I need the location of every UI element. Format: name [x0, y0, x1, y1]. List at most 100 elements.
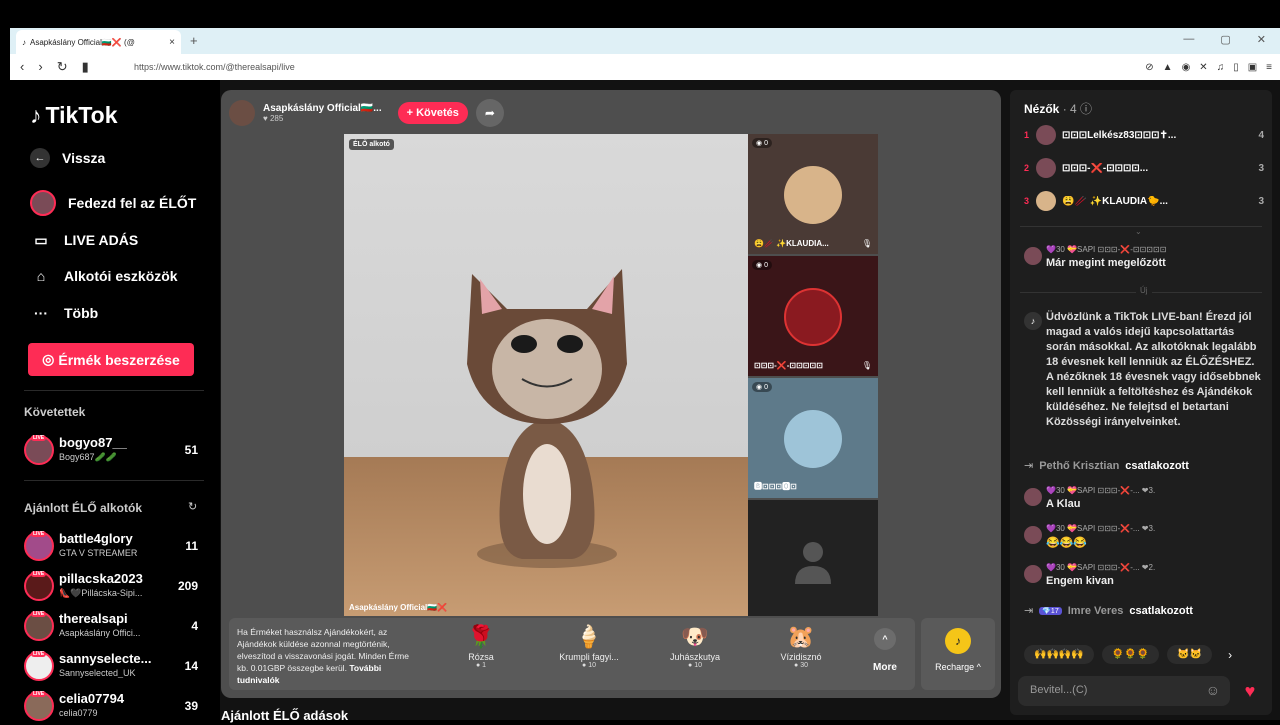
gift-note: Ha Érméket használsz Ajándékokért, az Aj…	[237, 627, 409, 685]
recommended-header: Ajánlott ÉLŐ alkotók	[24, 501, 143, 515]
host-caption: Asapkáslány Official🇧🇬❌	[349, 603, 448, 612]
followed-user[interactable]: LIVE bogyo87__ Bogy687🥒🥒 51	[24, 433, 200, 469]
emoji-suggestions: 🙌🙌🙌🙌 🌻🌻🌻 🐱🐱 ›	[1024, 645, 1232, 664]
browser-tab[interactable]: ♪ Asapkáslány Official🇧🇬❌ (@ ×	[16, 30, 181, 54]
gift-item[interactable]: 🍦 Krumpli fagyi... ● 10	[549, 624, 629, 669]
heart-icon[interactable]: ♥	[1236, 676, 1264, 706]
tiktok-logo[interactable]: ♪ TikTok	[30, 102, 118, 129]
menu-icon[interactable]: ≡	[1266, 62, 1272, 73]
reload-icon[interactable]: ↻	[57, 59, 68, 75]
coin-icon: ◎	[42, 351, 55, 367]
gift-item[interactable]: 🐹 Vízidisznó ● 30	[761, 624, 841, 669]
avatar	[1036, 125, 1056, 145]
host-video[interactable]: ÉLŐ alkotó Asapkáslány Official🇧🇬❌	[344, 134, 748, 616]
wallet-icon[interactable]: ▣	[1248, 62, 1257, 73]
gift-bar: Ha Érméket használsz Ajándékokért, az Aj…	[229, 618, 915, 690]
follow-button[interactable]: + Követés	[397, 102, 468, 124]
nav-explore-live[interactable]: Fedezd fel az ÉLŐT	[30, 190, 196, 216]
chevron-right-icon[interactable]: ›	[1228, 645, 1232, 664]
avatar: LIVE	[24, 691, 54, 721]
avatar: LIVE	[24, 611, 54, 641]
empty-guest-slot[interactable]	[748, 500, 878, 616]
extension-icon[interactable]: ✕	[1199, 62, 1207, 73]
viewer-row[interactable]: 1 ⊡⊡⊡Lelkész83⊡⊡⊡✝... 4	[1024, 123, 1264, 147]
nav-live-studio[interactable]: ▭ LIVE ADÁS	[30, 229, 138, 251]
recommended-user[interactable]: LIVE battle4glory GTA V STREAMER 11	[24, 529, 200, 565]
chat-message: 💜30 💝SAPI ⊡⊡⊡-❌-... ❤2. Engem kivan	[1024, 563, 1260, 589]
info-icon[interactable]: ⓘ	[1080, 102, 1092, 116]
divider	[24, 480, 204, 481]
top-black-bar	[0, 0, 1280, 28]
chevron-down-icon[interactable]: ⌄	[1135, 227, 1142, 236]
tiktok-logo-icon: ♪	[1024, 312, 1042, 330]
forward-icon[interactable]: ›	[38, 59, 42, 75]
emoji-chip[interactable]: 🐱🐱	[1167, 645, 1213, 664]
viewers-title: Nézők · 4 ⓘ	[1024, 102, 1093, 116]
viewer-row[interactable]: 2 ⊡⊡⊡-❌-⊡⊡⊡⊡... 3	[1024, 156, 1264, 180]
gift-item[interactable]: 🐶 Juhászkutya ● 10	[655, 624, 735, 669]
cat-figure-icon	[467, 269, 627, 568]
recommended-user[interactable]: LIVE sannyselecte... Sannyselected_UK 14	[24, 649, 200, 685]
mic-off-icon: 🎙	[861, 361, 872, 370]
camera-icon: ▭	[34, 231, 48, 248]
avatar	[1024, 526, 1042, 544]
arrow-left-icon: ←	[30, 148, 50, 168]
avatar	[784, 410, 842, 468]
minimize-icon[interactable]: —	[1183, 33, 1194, 46]
new-tab-icon[interactable]: +	[190, 33, 198, 48]
divider	[24, 390, 204, 391]
home-icon: ⌂	[36, 268, 46, 284]
welcome-message: Üdvözlünk a TikTok LIVE-ban! Érezd jól m…	[1046, 311, 1261, 428]
extension-icon[interactable]: ⊘	[1145, 62, 1153, 73]
host-name[interactable]: Asapkáslány Official🇧🇬...	[263, 103, 382, 114]
recommended-live-heading: Ajánlott ÉLŐ adások	[221, 708, 349, 723]
dog-icon: 🐶	[681, 624, 709, 649]
chat-input[interactable]: Bevitel...(C) ☺	[1018, 676, 1230, 706]
emoji-chip[interactable]: 🌻🌻🌻	[1101, 645, 1160, 664]
nav-back[interactable]: ← Vissza	[30, 148, 105, 168]
refresh-icon[interactable]: ↻	[188, 500, 197, 513]
share-icon[interactable]: ➦	[475, 99, 504, 127]
viewer-row[interactable]: 3 😩🥢 ✨KLAUDIA🐤... 3	[1024, 189, 1264, 213]
recommended-user[interactable]: LIVE pillacska2023 👠🖤Pillácska-Sipi... 209	[24, 569, 200, 605]
guest-tile[interactable]: ◉ 0 😩🥢 ✨KLAUDIA... 🎙	[748, 134, 878, 254]
guest-tile[interactable]: ◉ 0 ⊡⊡⊡-❌-⊡⊡⊡⊡⊡ 🎙	[748, 256, 878, 376]
sidebar-icon[interactable]: ▯	[1233, 62, 1239, 73]
tab-strip: ♪ Asapkáslány Official🇧🇬❌ (@ × + — ▢ ✕	[10, 28, 1280, 54]
host-bar: Asapkáslány Official🇧🇬... ♥ 285 + Követés…	[229, 98, 504, 128]
avatar	[1036, 191, 1056, 211]
close-window-icon[interactable]: ✕	[1257, 33, 1266, 46]
recommended-user[interactable]: LIVE therealsapi Asapkáslány Offici... 4	[24, 609, 200, 645]
get-coins-button[interactable]: ◎ Érmék beszerzése	[28, 343, 194, 376]
dots-icon: ···	[34, 305, 48, 321]
gift-item[interactable]: 🌹 Rózsa ● 1	[441, 624, 521, 669]
join-icon: ⇥	[1024, 460, 1034, 472]
new-messages-divider: Új	[1136, 286, 1152, 295]
avatar: LIVE	[24, 435, 54, 465]
extension-icon[interactable]: ♫	[1217, 62, 1225, 73]
emoji-chip[interactable]: 🙌🙌🙌🙌	[1024, 645, 1094, 664]
extension-icon[interactable]: ◉	[1182, 62, 1191, 73]
guest-tile[interactable]: ◉ 0 🅱⊡⊡⊡🅾⊡	[748, 378, 878, 498]
close-icon[interactable]: ×	[169, 37, 175, 48]
nav-creator-tools[interactable]: ⌂ Alkotói eszközök	[30, 265, 178, 287]
extension-icon[interactable]: ▲	[1163, 62, 1173, 73]
more-gifts-button[interactable]: ^ More	[865, 628, 905, 673]
recharge-button[interactable]: ♪ Recharge ^	[921, 618, 995, 690]
chat-message: 💜30 💝SAPI ⊡⊡⊡-❌-⊡⊡⊡⊡⊡ Már megint megelőzö…	[1024, 245, 1260, 271]
avatar: LIVE	[24, 531, 54, 561]
avatar	[1024, 247, 1042, 265]
tab-title: Asapkáslány Official🇧🇬❌ (@	[30, 37, 135, 47]
emoji-picker-icon[interactable]: ☺	[1206, 682, 1220, 698]
nav-more[interactable]: ··· Több	[30, 302, 98, 324]
bookmark-icon[interactable]: ▮	[82, 59, 89, 75]
avatar	[30, 190, 56, 216]
person-placeholder-icon	[795, 542, 831, 584]
avatar[interactable]	[229, 100, 255, 126]
back-icon[interactable]: ‹	[20, 59, 24, 75]
maximize-icon[interactable]: ▢	[1220, 33, 1230, 46]
join-icon: ⇥	[1024, 605, 1034, 617]
url-field[interactable]: https://www.tiktok.com/@therealsapi/live	[134, 62, 894, 72]
capybara-icon: 🐹	[787, 624, 815, 649]
tiktok-coin-icon: ♪	[945, 628, 971, 654]
